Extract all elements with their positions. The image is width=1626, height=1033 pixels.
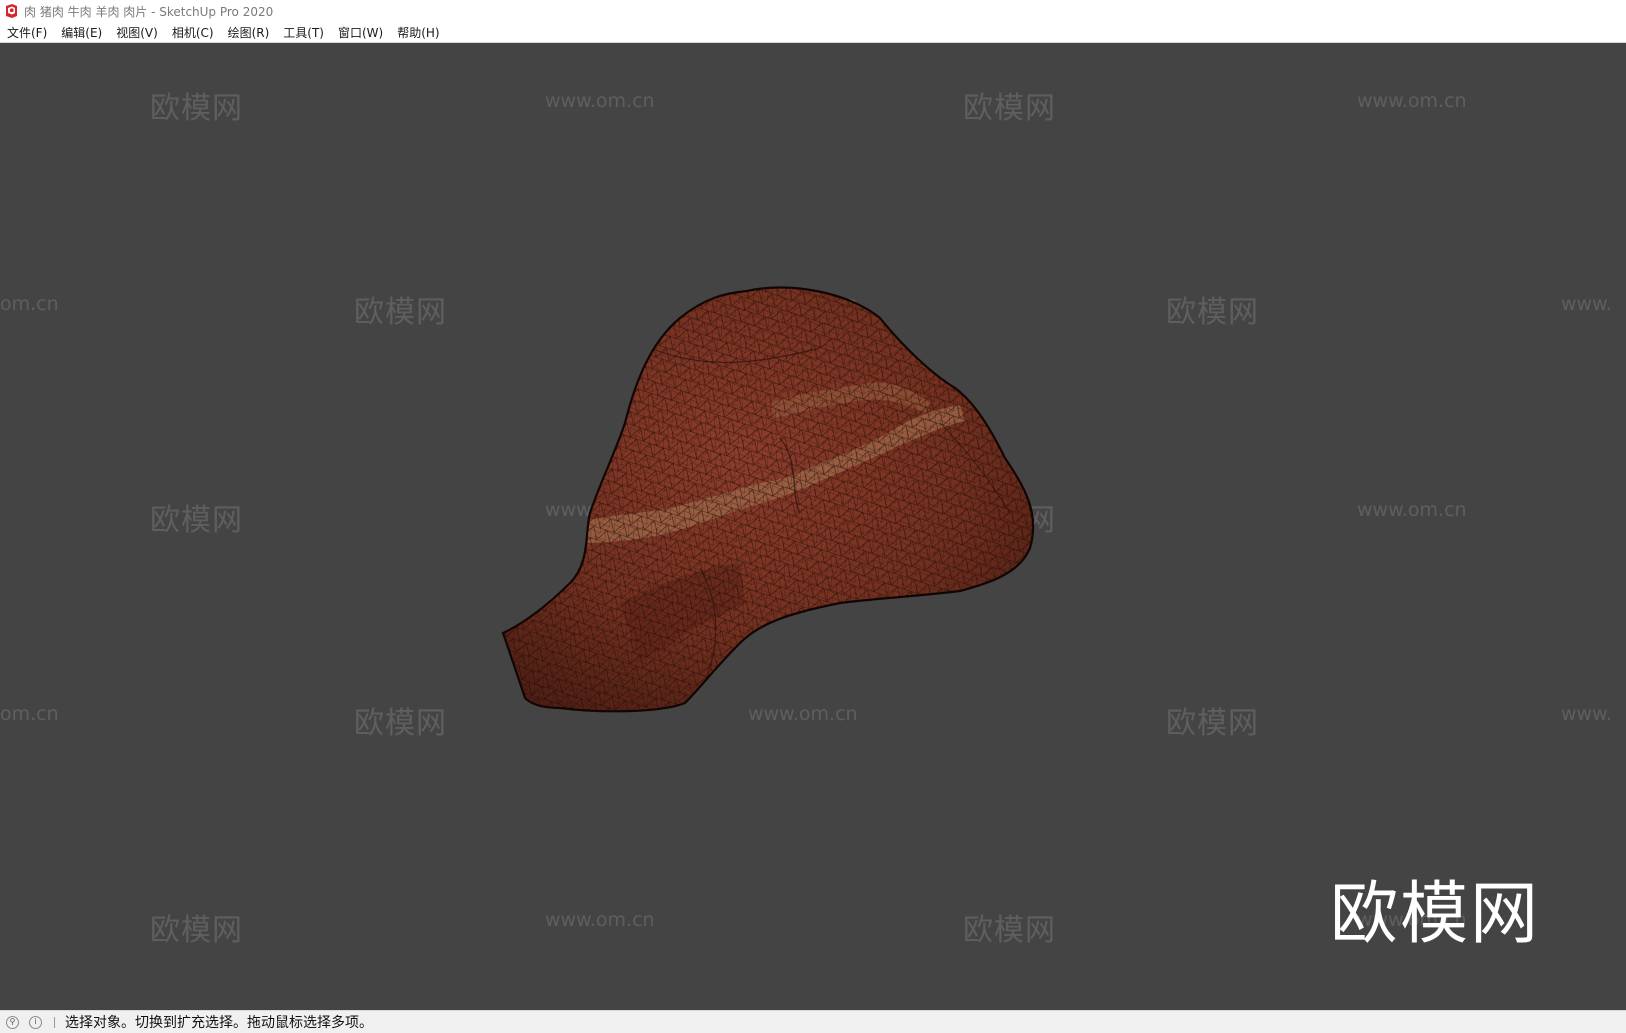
- status-bar: ⚲ i 选择对象。切换到扩充选择。拖动鼠标选择多项。: [0, 1010, 1626, 1033]
- menu-window[interactable]: 窗口(W): [332, 24, 389, 41]
- watermark-logo: 欧模网: [1330, 875, 1541, 954]
- geo-location-icon[interactable]: ⚲: [6, 1015, 19, 1029]
- menu-file[interactable]: 文件(F): [1, 24, 53, 41]
- sketchup-logo-icon[interactable]: [5, 4, 18, 18]
- menu-tools[interactable]: 工具(T): [277, 24, 330, 41]
- status-divider: [54, 1016, 55, 1028]
- info-icon[interactable]: i: [29, 1015, 42, 1029]
- menu-bar: 文件(F) 编辑(E) 视图(V) 相机(C) 绘图(R) 工具(T) 窗口(W…: [0, 22, 1626, 43]
- menu-help[interactable]: 帮助(H): [391, 24, 445, 41]
- menu-camera[interactable]: 相机(C): [166, 24, 220, 41]
- menu-view[interactable]: 视图(V): [110, 24, 164, 41]
- window-title: 肉 猪肉 牛肉 羊肉 肉片 - SketchUp Pro 2020: [24, 4, 274, 19]
- menu-draw[interactable]: 绘图(R): [222, 24, 276, 41]
- modeling-viewport[interactable]: 欧模网 www.om.cn 欧模网 www.om.cn om.cn 欧模网 ww…: [0, 43, 1626, 1010]
- status-message: 选择对象。切换到扩充选择。拖动鼠标选择多项。: [65, 1015, 373, 1031]
- menu-edit[interactable]: 编辑(E): [55, 24, 108, 41]
- title-bar: 肉 猪肉 牛肉 羊肉 肉片 - SketchUp Pro 2020: [0, 0, 1626, 22]
